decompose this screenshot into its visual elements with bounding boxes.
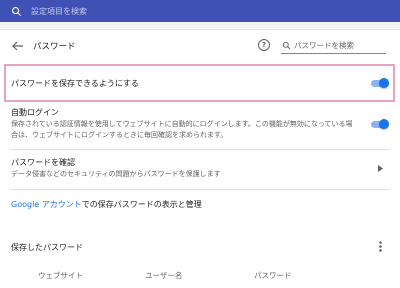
divider [11, 189, 389, 190]
google-account-row: Google アカウントでの保存パスワードの表示と管理 [0, 193, 400, 217]
search-icon [10, 5, 22, 17]
help-icon[interactable]: ? [258, 39, 270, 51]
toggle-knob [379, 78, 389, 88]
google-account-suffix: での保存パスワードの表示と管理 [81, 200, 202, 209]
settings-search-bar[interactable]: 設定項目を検索 [0, 0, 400, 22]
check-passwords-description: データ侵害などのセキュリティの問題からパスワードを保護します [11, 170, 221, 178]
google-account-text: Google アカウントでの保存パスワードの表示と管理 [11, 199, 202, 210]
offer-to-save-label: パスワードを保存できるようにする [11, 79, 139, 88]
passwords-card: パスワード ? パスワードを保存できるようにする 自動ログイン 保存されている認… [0, 30, 400, 288]
password-search-input[interactable] [294, 41, 382, 50]
column-header-website: ウェブサイト [38, 271, 83, 280]
auto-signin-label: 自動ログイン [11, 108, 59, 117]
column-header-username: ユーザー名 [145, 271, 183, 280]
back-arrow-icon[interactable] [11, 40, 25, 52]
password-search-field[interactable] [281, 38, 386, 54]
offer-to-save-toggle[interactable] [369, 78, 389, 88]
toggle-knob [379, 119, 389, 129]
settings-search-placeholder[interactable]: 設定項目を検索 [31, 6, 87, 17]
auto-signin-toggle[interactable] [369, 119, 389, 129]
page-header: パスワード ? [0, 30, 400, 62]
auto-signin-row[interactable]: 自動ログイン 保存されている認証情報を使用してウェブサイトに自動的にログインしま… [0, 102, 400, 146]
check-passwords-row[interactable]: パスワードを確認 データ侵害などのセキュリティの問題からパスワードを保護します [0, 151, 400, 187]
check-passwords-label: パスワードを確認 [11, 158, 75, 167]
page-title: パスワード [33, 42, 76, 52]
column-header-password: パスワード [254, 271, 292, 280]
auto-signin-description: 保存されている認証情報を使用してウェブサイトに自動的にログインします。この機能が… [11, 120, 353, 139]
google-account-link[interactable]: Google アカウント [11, 200, 82, 209]
saved-passwords-title: 保存したパスワード [11, 243, 83, 252]
search-icon [281, 41, 291, 51]
more-vert-icon[interactable] [375, 240, 385, 252]
divider [11, 149, 389, 150]
chevron-right-icon[interactable] [377, 164, 383, 172]
offer-to-save-row[interactable]: パスワードを保存できるようにする [0, 66, 400, 100]
